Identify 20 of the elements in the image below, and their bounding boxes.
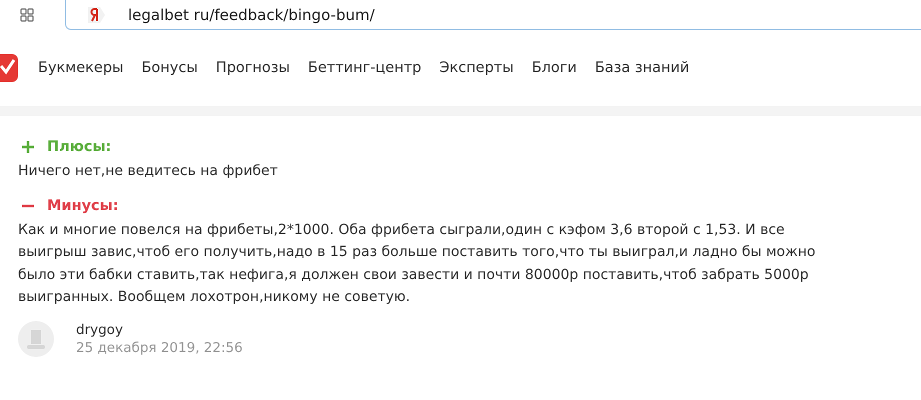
tabs-grid-icon[interactable] [20,8,34,22]
nav-link[interactable]: Прогнозы [216,60,290,76]
nav-link[interactable]: Эксперты [439,60,514,76]
nav-link[interactable]: Беттинг-центр [308,60,422,76]
browser-logo-icon [86,4,106,24]
nav-link[interactable]: База знаний [594,60,690,76]
review-text: Ничего нет,не ведитесь на фрибет [18,162,279,181]
review-date: 25 декабря 2019, 22:56 [76,340,243,356]
nav-link[interactable]: Блоги [532,60,577,76]
plus-icon [21,140,35,154]
avatar-icon [18,320,54,356]
url-text: legalbet ru/feedback/bingo-bum/ [128,6,375,24]
author-name[interactable]: drygoy [76,322,243,338]
address-bar[interactable]: legalbet ru/feedback/bingo-bum/ [65,0,921,30]
nav-link[interactable]: Бонусы [141,60,198,76]
site-logo-icon[interactable] [0,54,18,82]
section-title: Плюсы: [47,139,112,155]
section-title: Минусы: [47,198,119,214]
nav-link[interactable]: Букмекеры [38,60,124,76]
review-text: Как и многие повелся на фрибеты,2*1000. Оба фрибета сыграли,один с кэфом 3,6 второй с 1,53. И все выигрыш завис,чтоб его получить,надо в 15 раз больше поставить того,что ты выиграл,и ладно бы можно было эти бабки ставить,так нефига,я должен свои завести и почти 80000р поставить,чтоб забрать 5000р выигранных. Вообщем лохотрон,никому не советую. [18,220,816,307]
